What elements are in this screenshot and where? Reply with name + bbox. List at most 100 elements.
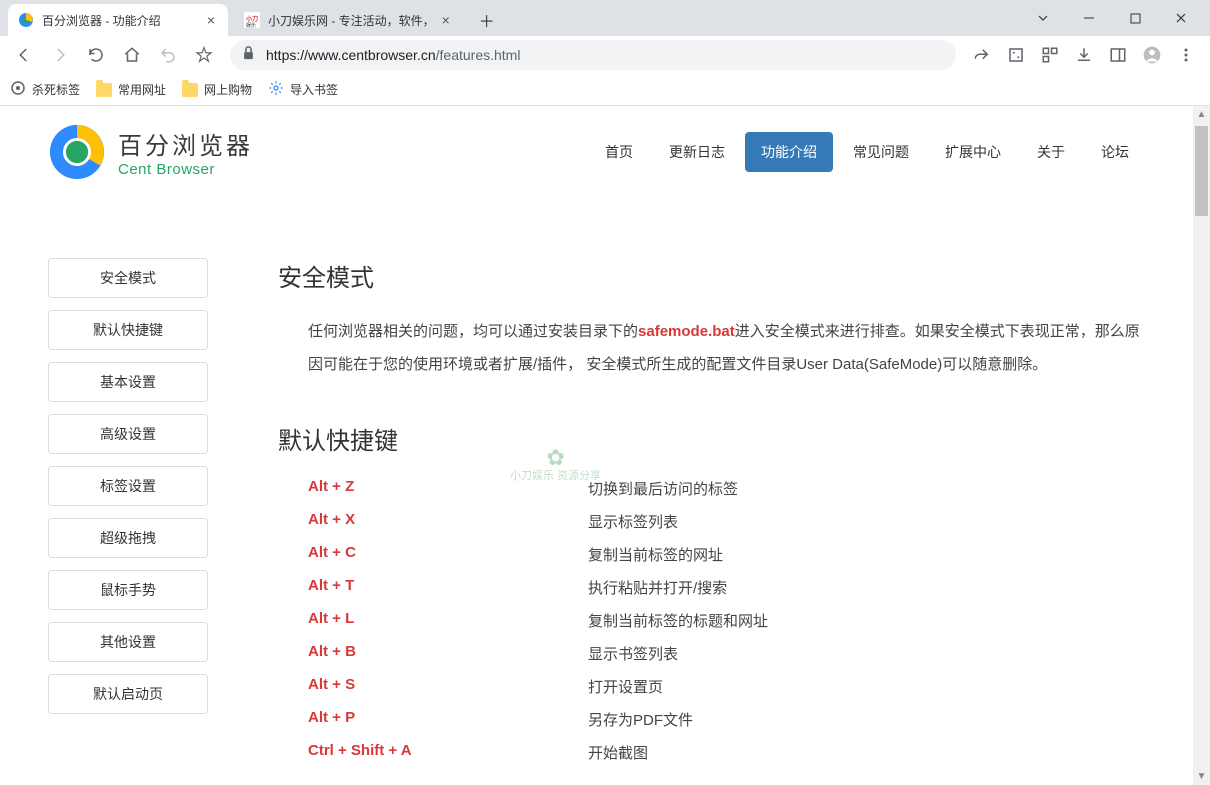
profile-icon[interactable] <box>1136 39 1168 71</box>
shortcut-desc: 执行粘贴并打开/搜索 <box>588 577 727 598</box>
sidebar-button[interactable]: 标签设置 <box>48 466 208 506</box>
back-button[interactable] <box>8 39 40 71</box>
nav-item[interactable]: 常见问题 <box>837 132 925 172</box>
nav-item[interactable]: 功能介绍 <box>745 132 833 172</box>
shortcut-row: Alt + X显示标签列表 <box>308 511 1145 532</box>
section-title-shortcuts: 默认快捷键 <box>278 421 1145 456</box>
shortcut-desc: 显示书签列表 <box>588 643 678 664</box>
shortcut-key: Alt + T <box>308 577 588 598</box>
sidebar-button[interactable]: 安全模式 <box>48 258 208 298</box>
sidebar-button[interactable]: 高级设置 <box>48 414 208 454</box>
scroll-down-icon[interactable]: ▼ <box>1193 768 1210 785</box>
target-icon <box>10 80 26 99</box>
sidebar-button[interactable]: 其他设置 <box>48 622 208 662</box>
menu-icon[interactable] <box>1170 39 1202 71</box>
shortcut-key: Alt + X <box>308 511 588 532</box>
lock-icon <box>242 46 256 65</box>
shortcut-key: Alt + B <box>308 643 588 664</box>
bookmark-item[interactable]: 导入书签 <box>268 80 338 99</box>
folder-icon <box>96 83 112 97</box>
svg-text:小刀: 小刀 <box>245 15 258 23</box>
scroll-up-icon[interactable]: ▲ <box>1193 106 1210 123</box>
star-button[interactable] <box>188 39 220 71</box>
shortcut-row: Alt + B显示书签列表 <box>308 643 1145 664</box>
nav-item[interactable]: 扩展中心 <box>929 132 1017 172</box>
scrollbar-thumb[interactable] <box>1195 126 1208 216</box>
undo-button[interactable] <box>152 39 184 71</box>
svg-text:娱乐: 娱乐 <box>246 22 256 28</box>
maximize-button[interactable] <box>1112 3 1158 33</box>
section-title-safemode: 安全模式 <box>278 258 1145 293</box>
shortcut-desc: 切换到最后访问的标签 <box>588 478 738 499</box>
shortcut-row: Alt + S打开设置页 <box>308 676 1145 697</box>
sidebar-button[interactable]: 鼠标手势 <box>48 570 208 610</box>
sidebar: 安全模式默认快捷键基本设置高级设置标签设置超级拖拽鼠标手势其他设置默认启动页 <box>48 258 208 775</box>
shortcut-desc: 复制当前标签的网址 <box>588 544 723 565</box>
scrollbar-track[interactable]: ▲ ▼ <box>1193 106 1210 785</box>
minimize-button[interactable] <box>1066 3 1112 33</box>
favicon-icon: 小刀娱乐 <box>244 12 260 28</box>
site-logo[interactable]: 百分浏览器 Cent Browser <box>48 123 253 181</box>
forward-button[interactable] <box>44 39 76 71</box>
share-icon[interactable] <box>966 39 998 71</box>
shortcut-row: Alt + P另存为PDF文件 <box>308 709 1145 730</box>
favicon-icon <box>18 12 34 28</box>
sidebar-button[interactable]: 基本设置 <box>48 362 208 402</box>
main-nav: 首页更新日志功能介绍常见问题扩展中心关于论坛 <box>589 132 1145 172</box>
shortcut-row: Ctrl + Shift + A开始截图 <box>308 742 1145 763</box>
nav-item[interactable]: 关于 <box>1021 132 1081 172</box>
folder-icon <box>182 83 198 97</box>
gear-icon <box>268 80 284 99</box>
shortcut-key: Ctrl + Shift + A <box>308 742 588 763</box>
site-header: 百分浏览器 Cent Browser 首页更新日志功能介绍常见问题扩展中心关于论… <box>0 106 1193 198</box>
close-icon[interactable]: × <box>204 13 218 27</box>
sidebar-button[interactable]: 默认启动页 <box>48 674 208 714</box>
random-icon[interactable] <box>1000 39 1032 71</box>
safemode-text: 任何浏览器相关的问题，均可以通过安装目录下的safemode.bat进入安全模式… <box>308 315 1145 381</box>
tab-title: 小刀娱乐网 - 专注活动，软件， <box>268 12 435 29</box>
sidebar-button[interactable]: 超级拖拽 <box>48 518 208 558</box>
shortcuts-table: Alt + Z切换到最后访问的标签Alt + X显示标签列表Alt + C复制当… <box>308 478 1145 763</box>
browser-tab-active[interactable]: 百分浏览器 - 功能介绍 × <box>8 4 228 36</box>
shortcut-key: Alt + L <box>308 610 588 631</box>
main-content: 安全模式 任何浏览器相关的问题，均可以通过安装目录下的safemode.bat进… <box>278 258 1145 775</box>
tab-title: 百分浏览器 - 功能介绍 <box>42 12 200 29</box>
titlebar: 百分浏览器 - 功能介绍 × 小刀娱乐 小刀娱乐网 - 专注活动，软件， × ＋ <box>0 0 1210 36</box>
logo-icon <box>48 123 106 181</box>
shortcut-desc: 打开设置页 <box>588 676 663 697</box>
url-text: https://www.centbrowser.cn/features.html <box>266 47 944 63</box>
bookmark-folder[interactable]: 网上购物 <box>182 81 252 98</box>
shortcut-desc: 开始截图 <box>588 742 648 763</box>
qr-icon[interactable] <box>1034 39 1066 71</box>
site-name-cn: 百分浏览器 <box>118 126 253 161</box>
sidebar-button[interactable]: 默认快捷键 <box>48 310 208 350</box>
shortcut-key: Alt + C <box>308 544 588 565</box>
close-window-button[interactable] <box>1158 3 1204 33</box>
close-icon[interactable]: × <box>439 13 453 27</box>
nav-item[interactable]: 论坛 <box>1085 132 1145 172</box>
shortcut-row: Alt + Z切换到最后访问的标签 <box>308 478 1145 499</box>
browser-tab-inactive[interactable]: 小刀娱乐 小刀娱乐网 - 专注活动，软件， × <box>234 4 463 36</box>
new-tab-button[interactable]: ＋ <box>473 6 501 34</box>
bookmarks-bar: 杀死标签 常用网址 网上购物 导入书签 <box>0 74 1210 106</box>
sidepanel-icon[interactable] <box>1102 39 1134 71</box>
chevron-down-icon[interactable] <box>1020 3 1066 33</box>
shortcut-key: Alt + Z <box>308 478 588 499</box>
nav-item[interactable]: 首页 <box>589 132 649 172</box>
window-controls <box>1020 0 1204 36</box>
reload-button[interactable] <box>80 39 112 71</box>
address-bar[interactable]: https://www.centbrowser.cn/features.html <box>230 40 956 70</box>
shortcut-desc: 另存为PDF文件 <box>588 709 693 730</box>
shortcut-row: Alt + L复制当前标签的标题和网址 <box>308 610 1145 631</box>
toolbar: https://www.centbrowser.cn/features.html <box>0 36 1210 74</box>
bookmark-item[interactable]: 杀死标签 <box>10 80 80 99</box>
bookmark-folder[interactable]: 常用网址 <box>96 81 166 98</box>
shortcut-key: Alt + P <box>308 709 588 730</box>
shortcut-desc: 显示标签列表 <box>588 511 678 532</box>
home-button[interactable] <box>116 39 148 71</box>
nav-item[interactable]: 更新日志 <box>653 132 741 172</box>
shortcut-desc: 复制当前标签的标题和网址 <box>588 610 768 631</box>
download-icon[interactable] <box>1068 39 1100 71</box>
shortcut-row: Alt + C复制当前标签的网址 <box>308 544 1145 565</box>
site-name-en: Cent Browser <box>118 161 253 178</box>
